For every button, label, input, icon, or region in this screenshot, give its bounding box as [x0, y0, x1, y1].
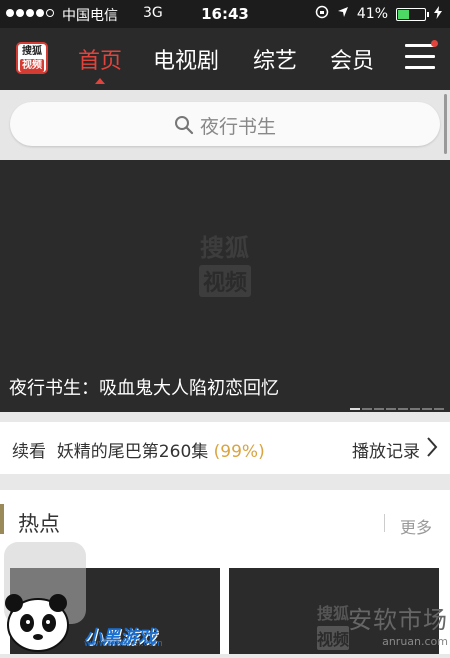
battery-icon — [396, 7, 429, 21]
more-link[interactable]: 更多 — [400, 514, 432, 538]
status-bar: 中国电信 3G 16:43 41% — [0, 0, 450, 28]
continue-watching-row[interactable]: 续看 妖精的尾巴第260集 (99%) 播放记录 — [0, 422, 450, 474]
active-tab-indicator — [95, 78, 105, 84]
search-area: 夜行书生 — [0, 90, 450, 160]
tab-home[interactable]: 首页 — [78, 43, 122, 75]
pager-dot — [350, 408, 360, 410]
panda-mascot-icon — [5, 594, 69, 652]
tab-vip[interactable]: 会员 — [330, 43, 374, 75]
anruan-name: 安软市场 — [348, 606, 448, 634]
search-placeholder: 夜行书生 — [199, 116, 276, 138]
featured-banner[interactable]: 搜狐 视频 夜行书生：吸血鬼大人陷初恋回忆 — [0, 160, 450, 412]
section-title: 热点 — [18, 512, 60, 536]
thumbnail-watermark: 搜狐 视频 — [317, 600, 350, 650]
site-url: www.xiaohei.com — [84, 639, 163, 649]
play-history-link[interactable]: 播放记录 — [352, 437, 420, 462]
scrollbar[interactable] — [444, 94, 447, 154]
banner-pager — [350, 408, 444, 410]
tab-tv-series[interactable]: 电视剧 — [153, 43, 219, 75]
anruan-watermark: 安软市场 anruan.com — [348, 600, 448, 648]
continue-label: 续看 — [12, 442, 46, 462]
xiaohei-site-logo: 小黑游戏 www.xiaohei.com — [0, 583, 200, 654]
section-accent-bar — [0, 504, 4, 534]
sohu-watermark: 搜狐 视频 — [190, 228, 260, 297]
thumb-watermark-top: 搜狐 — [317, 604, 350, 623]
logo-text-top: 搜狐 — [22, 46, 42, 57]
anruan-url: anruan.com — [382, 635, 448, 648]
banner-title: 夜行书生：吸血鬼大人陷初恋回忆 — [9, 378, 279, 399]
divider — [384, 514, 385, 532]
menu-icon[interactable] — [405, 40, 438, 70]
watermark-text-bottom: 视频 — [198, 265, 251, 297]
pager-dot — [398, 408, 408, 410]
search-icon — [174, 115, 194, 140]
pager-dot — [422, 408, 432, 410]
top-nav: 搜狐 视频 首页 电视剧 综艺 会员 — [0, 28, 450, 90]
rotation-lock-icon — [315, 5, 329, 23]
notification-dot — [431, 40, 438, 47]
thumb-watermark-bottom: 视频 — [317, 626, 350, 650]
battery-percent: 41% — [356, 6, 388, 22]
search-input[interactable]: 夜行书生 — [10, 102, 440, 146]
charging-icon — [434, 5, 442, 23]
watermark-text-top: 搜狐 — [200, 234, 250, 262]
pager-dot — [374, 408, 384, 410]
continue-show-title: 妖精的尾巴第260集 — [56, 442, 209, 462]
pager-dot — [410, 408, 420, 410]
pager-dot — [362, 408, 372, 410]
location-icon — [337, 6, 349, 22]
sohu-video-logo[interactable]: 搜狐 视频 — [16, 42, 48, 74]
logo-text-bottom: 视频 — [20, 59, 44, 72]
pager-dot — [386, 408, 396, 410]
pager-dot — [434, 408, 444, 410]
chevron-right-icon — [426, 436, 438, 463]
tab-variety[interactable]: 综艺 — [253, 43, 297, 75]
watch-progress: (99%) — [213, 442, 265, 462]
